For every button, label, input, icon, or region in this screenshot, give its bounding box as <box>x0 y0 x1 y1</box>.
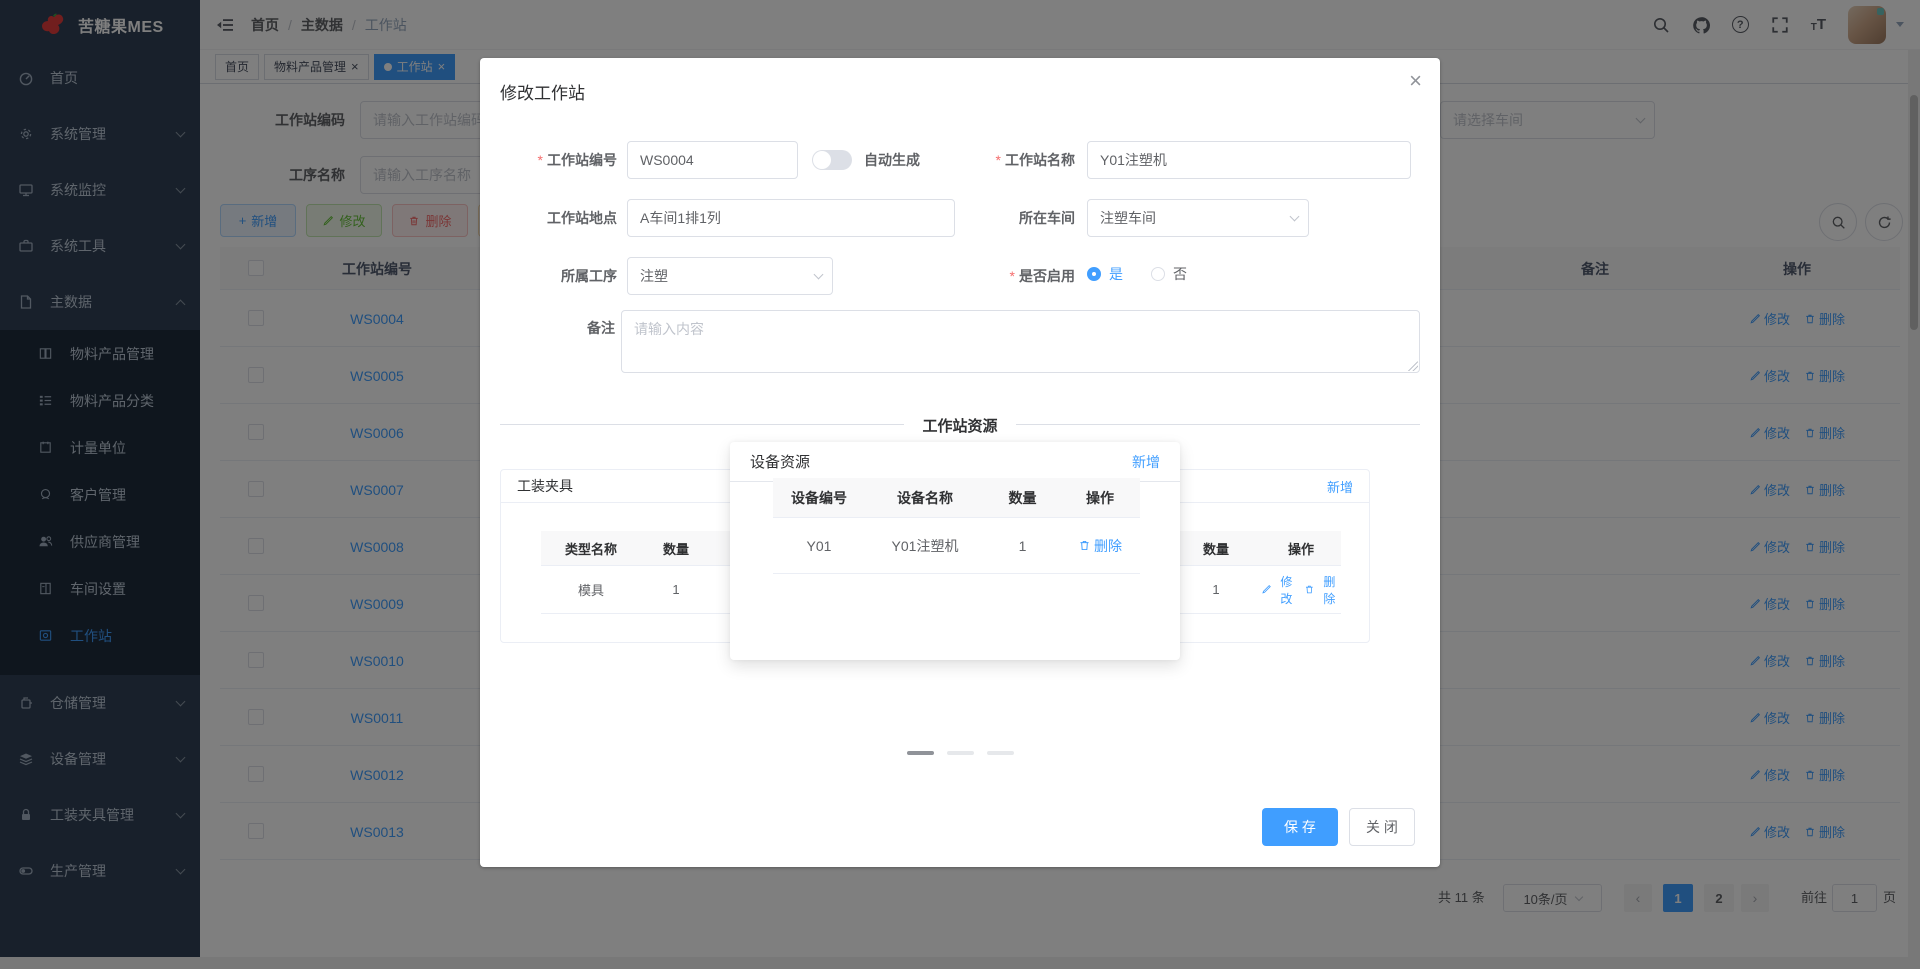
radio-yes[interactable]: 是 <box>1087 264 1123 284</box>
edit-workstation-dialog: 修改工作站 × 工作站编号 自动生成 工作站名称 工作站地点 所在车间 注塑车间… <box>480 58 1440 867</box>
code-input[interactable] <box>627 141 798 179</box>
device-delete-link[interactable]: 删除 <box>1078 536 1122 556</box>
device-col-qty: 数量 <box>1008 489 1037 506</box>
close-icon[interactable]: × <box>1409 70 1422 92</box>
device-row-qty: 1 <box>1018 537 1027 554</box>
radio-dot-icon <box>1087 267 1101 281</box>
code-label: 工作站编号 <box>500 150 617 170</box>
device-table-header: 设备编号 设备名称 数量 操作 <box>773 478 1140 518</box>
auto-generate-label: 自动生成 <box>864 152 920 168</box>
process-select-value: 注塑 <box>640 268 668 284</box>
save-button[interactable]: 保 存 <box>1262 808 1338 846</box>
enabled-label: 是否启用 <box>920 266 1075 286</box>
device-col-name: 设备名称 <box>897 489 953 506</box>
device-col-action: 操作 <box>1086 489 1114 506</box>
location-input[interactable] <box>627 199 955 237</box>
workshop-select[interactable]: 注塑车间 <box>1087 199 1309 237</box>
device-table: 设备编号 设备名称 数量 操作 Y01 Y01注塑机 1 删除 <box>773 478 1140 574</box>
process-label: 所属工序 <box>561 268 617 284</box>
auto-generate-switch[interactable] <box>812 150 852 170</box>
process-select[interactable]: 注塑 <box>627 257 833 295</box>
location-label: 工作站地点 <box>547 210 617 226</box>
device-card-title: 设备资源 <box>750 454 811 471</box>
dialog-title: 修改工作站 <box>500 84 585 103</box>
fixture-card-title: 工装夹具 <box>517 478 573 494</box>
trash-icon <box>1306 585 1313 594</box>
device-row-code: Y01 <box>806 537 832 554</box>
radio-dot-icon <box>1151 267 1165 281</box>
right-card-col-action: 操作 <box>1287 541 1314 557</box>
device-row-name: Y01注塑机 <box>891 537 959 554</box>
trash-icon <box>1080 540 1089 551</box>
fixture-col-type: 类型名称 <box>564 541 617 557</box>
carousel-indicator-1[interactable] <box>906 751 934 755</box>
app-screen: 苦糖果MES 首页 系统管理 系统监控 系统工具 <box>0 0 1920 969</box>
right-card-edit-link[interactable]: 修改 <box>1261 573 1298 607</box>
carousel-indicator-2[interactable] <box>946 751 974 755</box>
right-card-col-qty: 数量 <box>1202 541 1229 557</box>
carousel-indicator-3[interactable] <box>986 751 1014 755</box>
switch-knob <box>813 151 831 169</box>
section-divider-label: 工作站资源 <box>480 415 1440 436</box>
fixture-row-qty: 1 <box>672 582 680 597</box>
right-card-row-qty: 1 <box>1212 582 1220 597</box>
fixture-row-type: 模具 <box>577 583 604 598</box>
resize-handle-icon[interactable] <box>1408 361 1418 371</box>
radio-no[interactable]: 否 <box>1151 264 1187 284</box>
remark-label: 备注 <box>587 320 615 336</box>
device-row-actions: 删除 <box>1060 536 1140 556</box>
chevron-down-icon <box>813 269 824 279</box>
chevron-down-icon <box>1289 211 1300 221</box>
remark-textarea[interactable] <box>621 310 1420 373</box>
workshop-label: 所在车间 <box>1019 210 1075 226</box>
workshop-select-value: 注塑车间 <box>1100 210 1156 226</box>
right-card-delete-link[interactable]: 删除 <box>1304 573 1341 607</box>
device-add-link[interactable]: 新增 <box>1132 452 1160 472</box>
carousel-indicators <box>480 751 1440 755</box>
device-col-code: 设备编号 <box>791 489 847 506</box>
close-button[interactable]: 关 闭 <box>1349 808 1415 846</box>
device-table-row: Y01 Y01注塑机 1 删除 <box>773 518 1140 574</box>
name-input[interactable] <box>1087 141 1411 179</box>
device-resource-card: 设备资源 新增 设备编号 设备名称 数量 操作 Y01 Y01注塑机 1 删除 <box>730 442 1180 660</box>
enabled-radio-group: 是 否 <box>1087 264 1187 284</box>
device-card-header: 设备资源 新增 <box>730 442 1180 482</box>
right-card-row-actions: 修改 删除 <box>1261 573 1341 607</box>
pencil-icon <box>1262 585 1271 594</box>
fixture-col-qty: 数量 <box>662 541 689 557</box>
name-label: 工作站名称 <box>920 150 1075 170</box>
right-card-add-link[interactable]: 新增 <box>1327 477 1353 496</box>
